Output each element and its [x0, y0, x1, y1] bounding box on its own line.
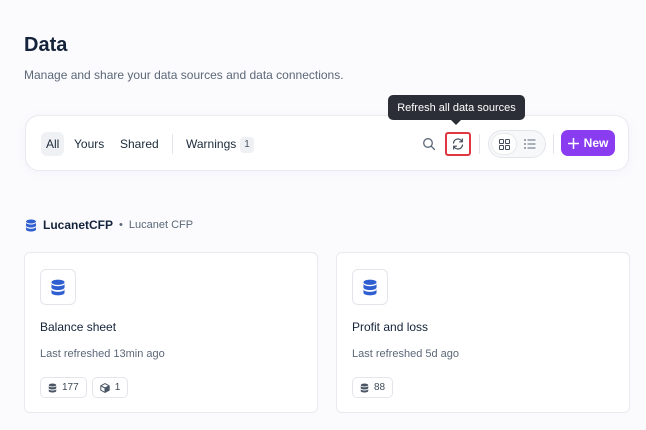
chip-cubes-count: 1	[91, 377, 129, 398]
data-source-card[interactable]: Balance sheet Last refreshed 13min ago 1…	[24, 252, 318, 413]
tooltip: Refresh all data sources	[388, 95, 525, 125]
chip-value: 177	[62, 382, 79, 393]
group-header: LucanetCFP • Lucanet CFP	[25, 217, 193, 233]
new-button-label: New	[583, 136, 609, 150]
toolbar: All Yours Shared Warnings 1 New	[25, 115, 629, 171]
database-icon	[360, 383, 369, 392]
data-source-card[interactable]: Profit and loss Last refreshed 5d ago 88	[336, 252, 630, 413]
card-last-refreshed: Last refreshed 5d ago	[352, 348, 460, 360]
list-view-button[interactable]	[518, 134, 542, 154]
warnings-count-badge: 1	[240, 137, 254, 153]
database-icon	[48, 383, 57, 392]
card-title: Balance sheet	[40, 320, 117, 334]
cube-icon	[99, 382, 110, 393]
new-button[interactable]: New	[561, 130, 615, 156]
filter-warnings[interactable]: Warnings 1	[181, 132, 259, 156]
filter-shared[interactable]: Shared	[115, 132, 164, 156]
card-icon	[352, 269, 388, 305]
chip-value: 1	[114, 382, 121, 393]
chip-tables-count: 177	[40, 377, 87, 398]
plus-icon	[567, 137, 579, 149]
database-icon	[26, 219, 36, 231]
chip-tables-count: 88	[352, 377, 394, 398]
search-button[interactable]	[418, 132, 440, 156]
group-subtitle: Lucanet CFP	[128, 219, 194, 231]
database-icon	[363, 279, 377, 295]
database-icon	[51, 279, 65, 295]
refresh-icon	[452, 138, 464, 150]
grid-view-icon	[498, 138, 510, 150]
page-title: Data	[24, 34, 68, 56]
list-view-icon	[524, 139, 536, 149]
toolbar-divider	[553, 134, 554, 154]
toolbar-divider	[172, 134, 173, 154]
card-icon	[40, 269, 76, 305]
filter-all[interactable]: All	[41, 132, 65, 156]
card-title: Profit and loss	[352, 320, 429, 334]
card-chips: 177 1	[40, 377, 129, 398]
grid-view-button[interactable]	[492, 134, 516, 154]
refresh-all-button[interactable]	[445, 132, 471, 156]
group-name[interactable]: LucanetCFP	[43, 218, 113, 232]
search-icon	[423, 138, 436, 151]
filter-yours[interactable]: Yours	[69, 132, 109, 156]
card-last-refreshed: Last refreshed 13min ago	[40, 348, 165, 360]
card-chips: 88	[352, 377, 394, 398]
warnings-label: Warnings	[186, 137, 237, 151]
group-separator: •	[119, 219, 123, 231]
toolbar-divider	[479, 134, 480, 154]
page-subtitle: Manage and share your data sources and d…	[24, 68, 344, 82]
chip-value: 88	[374, 382, 386, 393]
view-toggle	[488, 130, 546, 158]
